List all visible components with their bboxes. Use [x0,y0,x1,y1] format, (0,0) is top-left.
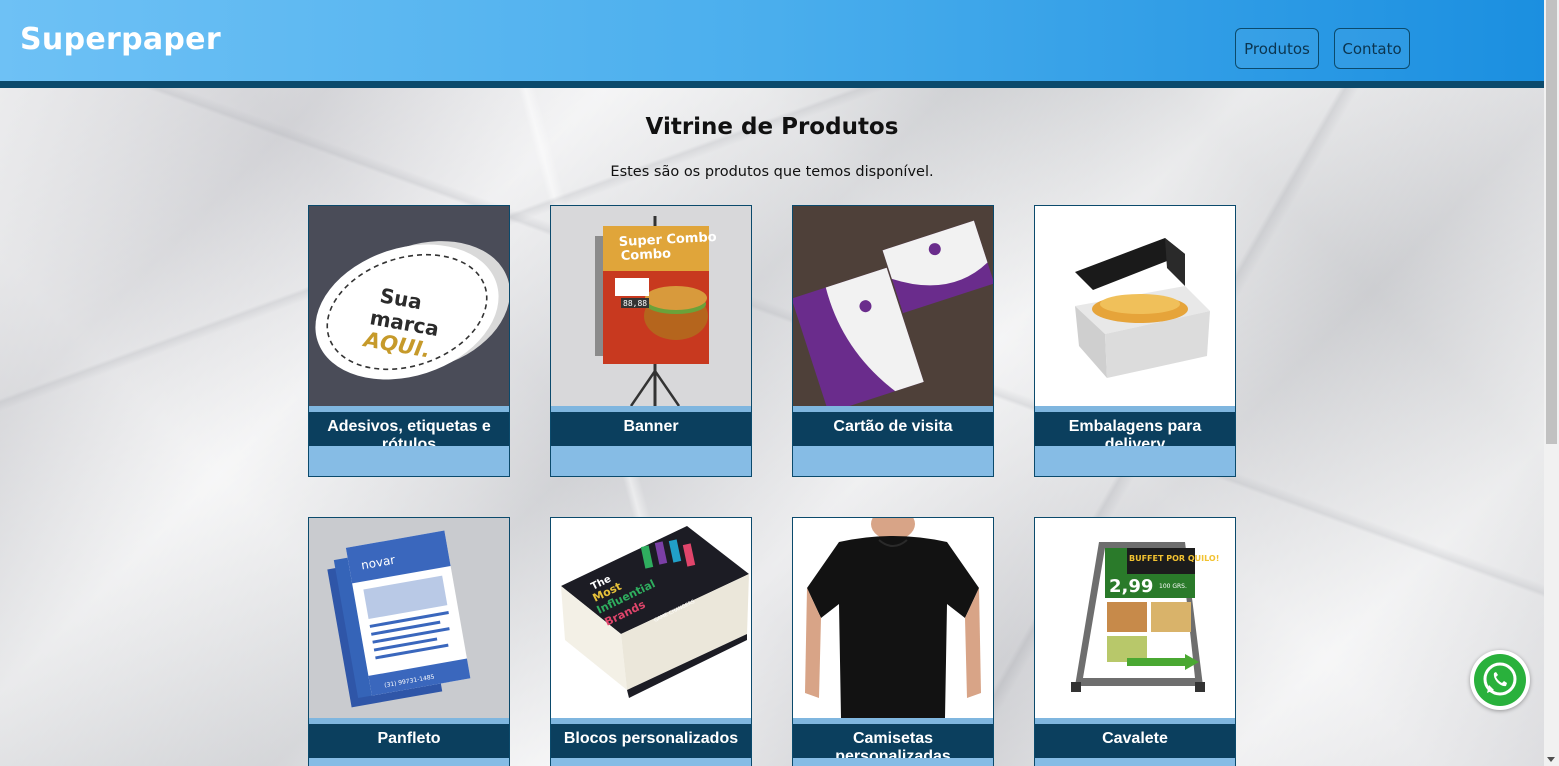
product-image-embalagens [1035,206,1235,406]
product-label[interactable]: Blocos personalizados [551,724,751,762]
product-image-adesivos: Sua marca AQUI. [309,206,509,406]
cavalete-title: BUFFET POR QUILO! [1129,554,1219,563]
product-card-blocos[interactable]: The Most Influential Brands GAME CHANGER… [550,517,752,766]
product-label[interactable]: Cartão de visita [793,412,993,450]
product-image-cartao [793,206,993,406]
product-card-embalagens[interactable]: Embalagens para delivery [1034,205,1236,477]
card-footer [551,758,751,766]
page-title: Vitrine de Produtos [645,114,899,140]
card-footer [309,758,509,766]
nav-produtos-button[interactable]: Produtos [1235,28,1319,69]
product-image-panfleto: novar (31) 99731-1485 [309,518,509,718]
product-label[interactable]: Banner [551,412,751,450]
page-subtitle: Estes são os produtos que temos disponív… [610,164,934,180]
cavalete-price: 2,99 [1109,576,1153,597]
brand-logo[interactable]: Superpaper [20,22,221,57]
card-footer [1035,446,1235,476]
product-image-banner: Super Combo Combo 88,88 [551,206,751,406]
card-footer [551,446,751,476]
card-footer [1035,758,1235,766]
scrollbar-thumb[interactable] [1546,0,1557,444]
whatsapp-icon [1474,654,1526,706]
card-footer [793,446,993,476]
banner-text-2: Combo [620,246,671,264]
product-card-cartao[interactable]: Cartão de visita [792,205,994,477]
site-header: Superpaper Produtos Contato [0,0,1544,88]
product-card-adesivos[interactable]: Sua marca AQUI. Adesivos, etiquetas e ró… [308,205,510,477]
product-card-camisetas[interactable]: Camisetas personalizadas [792,517,994,766]
product-card-banner[interactable]: Super Combo Combo 88,88 Banner [550,205,752,477]
product-card-panfleto[interactable]: novar (31) 99731-1485 Panfleto [308,517,510,766]
product-label[interactable]: Panfleto [309,724,509,762]
scroll-down-arrow-icon[interactable] [1547,757,1555,762]
product-image-cavalete: BUFFET POR QUILO! 2,99 100 GRS. [1035,518,1235,718]
whatsapp-button[interactable] [1470,650,1530,710]
nav-contato-button[interactable]: Contato [1334,28,1410,69]
card-footer [309,446,509,476]
banner-price: 88,88 [623,299,647,308]
product-label[interactable]: Cavalete [1035,724,1235,762]
vertical-scrollbar[interactable] [1544,0,1559,766]
product-card-cavalete[interactable]: BUFFET POR QUILO! 2,99 100 GRS. Cavalete [1034,517,1236,766]
card-footer [793,758,993,766]
product-image-camisetas [793,518,993,718]
cavalete-unit: 100 GRS. [1159,583,1187,590]
product-image-blocos: The Most Influential Brands GAME CHANGER… [551,518,751,718]
